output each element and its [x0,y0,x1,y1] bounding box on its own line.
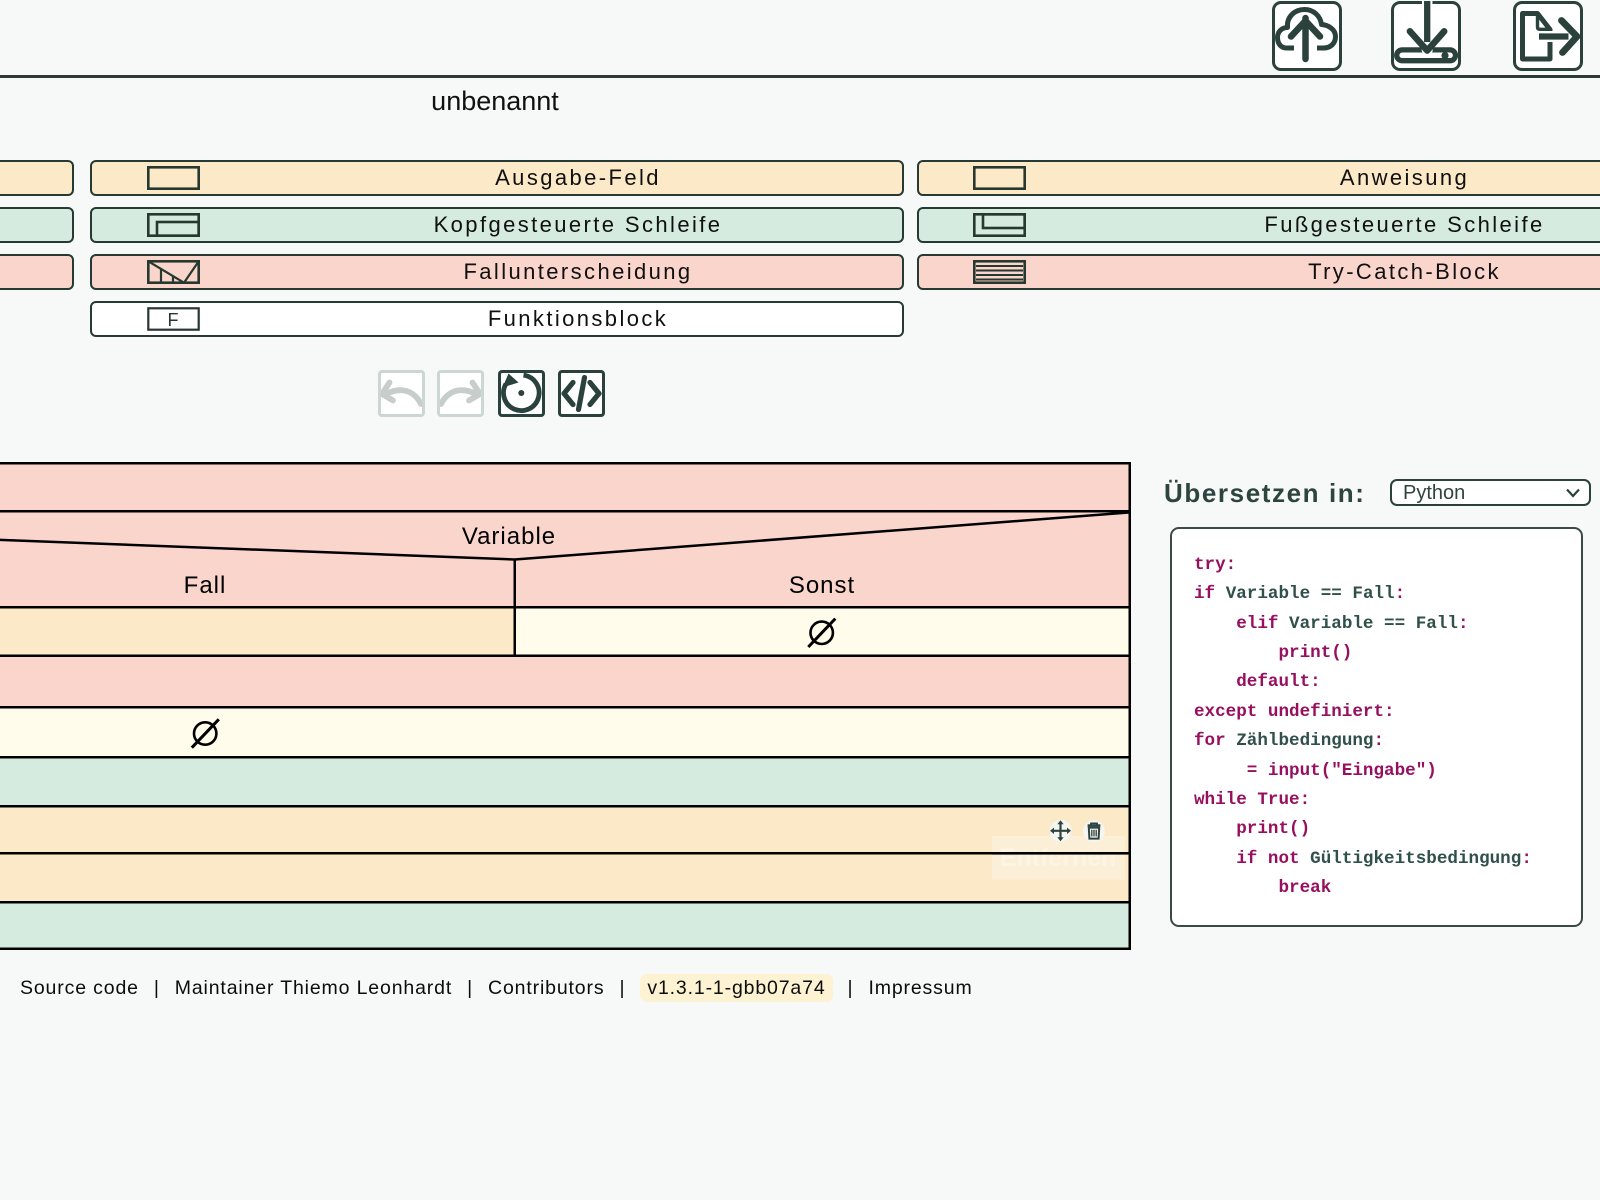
svg-text:Sonst: Sonst [789,572,855,599]
svg-text:Entfernen: Entfernen [1000,844,1117,872]
svg-text:Variable: Variable [462,523,556,550]
svg-text:F: F [167,310,178,330]
svg-text:Fall: Fall [184,572,227,599]
